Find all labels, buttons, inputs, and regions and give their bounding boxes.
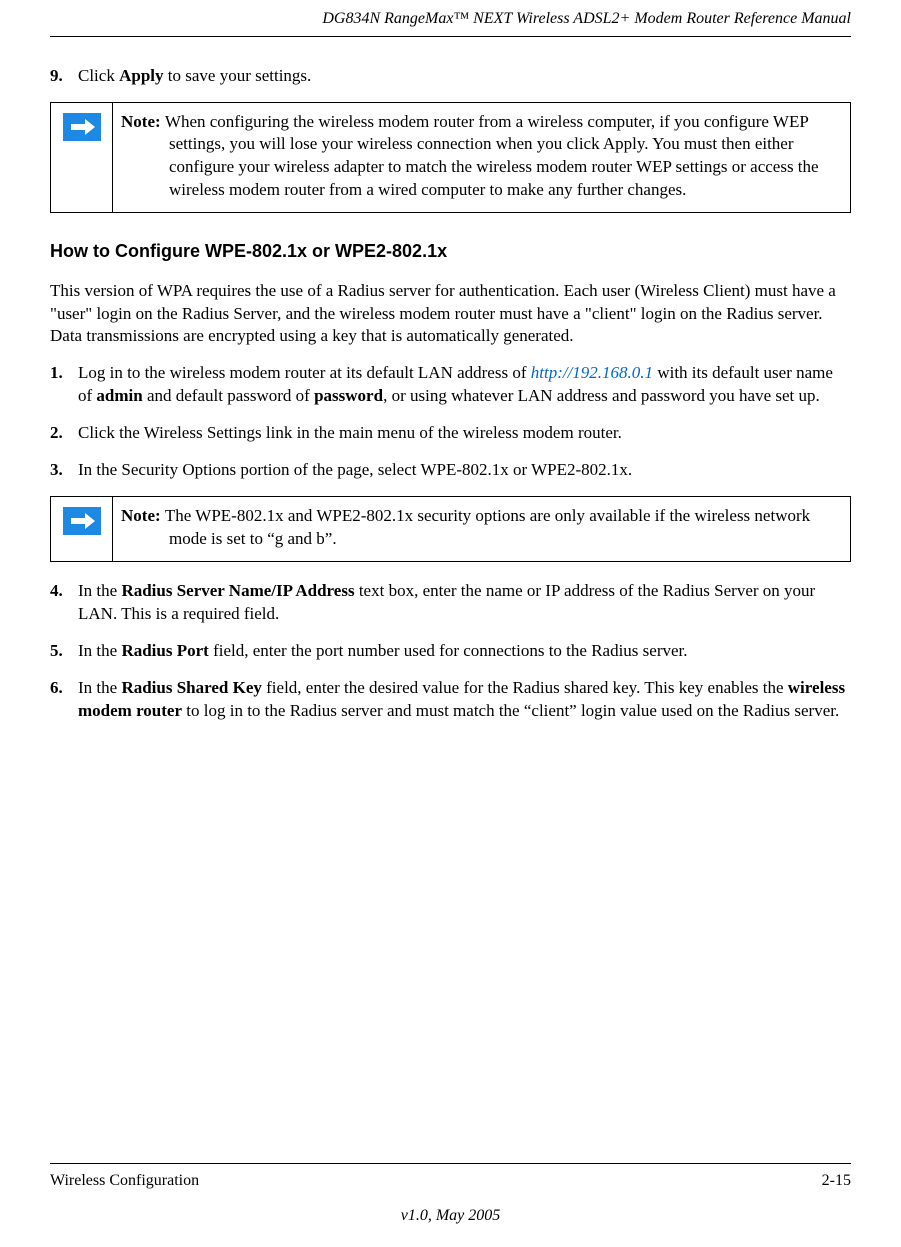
note-box-1: Note: When configuring the wireless mode… — [50, 102, 851, 214]
bold-text: Apply — [119, 66, 163, 85]
url-link[interactable]: http://192.168.0.1 — [531, 363, 653, 382]
step-body: Click the Wireless Settings link in the … — [78, 422, 851, 445]
step-9: 9. Click Apply to save your settings. — [50, 65, 851, 88]
bold-text: Radius Shared Key — [121, 678, 261, 697]
text: to log in to the Radius server and must … — [182, 701, 839, 720]
step-body: In the Security Options portion of the p… — [78, 459, 851, 482]
page-footer: Wireless Configuration 2-15 v1.0, May 20… — [50, 1163, 851, 1227]
note-body: The WPE-802.1x and WPE2-802.1x security … — [165, 506, 810, 548]
footer-section: Wireless Configuration — [50, 1170, 199, 1192]
note-text: Note: When configuring the wireless mode… — [113, 103, 850, 213]
step-body: In the Radius Shared Key field, enter th… — [78, 677, 851, 723]
note-icon-cell — [51, 103, 113, 213]
note-box-2: Note: The WPE-802.1x and WPE2-802.1x sec… — [50, 496, 851, 562]
step-number: 9. — [50, 65, 78, 88]
text: field, enter the desired value for the R… — [262, 678, 788, 697]
step-body: In the Radius Port field, enter the port… — [78, 640, 851, 663]
step-6: 6. In the Radius Shared Key field, enter… — [50, 677, 851, 723]
text: In the — [78, 678, 121, 697]
footer-rule — [50, 1163, 851, 1164]
note-label: Note: — [121, 506, 165, 525]
page-number: 2-15 — [822, 1170, 851, 1192]
step-body: Click Apply to save your settings. — [78, 65, 851, 88]
header-rule — [50, 36, 851, 37]
step-5: 5. In the Radius Port field, enter the p… — [50, 640, 851, 663]
step-1: 1. Log in to the wireless modem router a… — [50, 362, 851, 408]
note-icon-cell — [51, 497, 113, 561]
step-number: 2. — [50, 422, 78, 445]
bold-text: Radius Port — [121, 641, 208, 660]
step-number: 6. — [50, 677, 78, 723]
note-body: When configuring the wireless modem rout… — [165, 112, 819, 200]
step-number: 3. — [50, 459, 78, 482]
step-body: Log in to the wireless modem router at i… — [78, 362, 851, 408]
step-2: 2. Click the Wireless Settings link in t… — [50, 422, 851, 445]
arrow-right-icon — [63, 113, 101, 141]
note-text: Note: The WPE-802.1x and WPE2-802.1x sec… — [113, 497, 850, 561]
arrow-right-icon — [63, 507, 101, 535]
text: field, enter the port number used for co… — [209, 641, 688, 660]
text: In the — [78, 641, 121, 660]
step-number: 1. — [50, 362, 78, 408]
step-3: 3. In the Security Options portion of th… — [50, 459, 851, 482]
text: Click — [78, 66, 119, 85]
section-heading: How to Configure WPE-802.1x or WPE2-802.… — [50, 239, 851, 263]
note-label: Note: — [121, 112, 165, 131]
step-number: 5. — [50, 640, 78, 663]
section-intro: This version of WPA requires the use of … — [50, 280, 851, 349]
text: , or using whatever LAN address and pass… — [383, 386, 820, 405]
bold-text: Radius Server Name/IP Address — [121, 581, 354, 600]
text: to save your settings. — [164, 66, 312, 85]
header-title: DG834N RangeMax™ NEXT Wireless ADSL2+ Mo… — [50, 0, 851, 36]
footer-version: v1.0, May 2005 — [50, 1205, 851, 1227]
text: In the — [78, 581, 121, 600]
step-body: In the Radius Server Name/IP Address tex… — [78, 580, 851, 626]
bold-text: admin — [96, 386, 142, 405]
step-number: 4. — [50, 580, 78, 626]
text: Log in to the wireless modem router at i… — [78, 363, 531, 382]
step-4: 4. In the Radius Server Name/IP Address … — [50, 580, 851, 626]
bold-text: password — [314, 386, 383, 405]
text: and default password of — [143, 386, 314, 405]
